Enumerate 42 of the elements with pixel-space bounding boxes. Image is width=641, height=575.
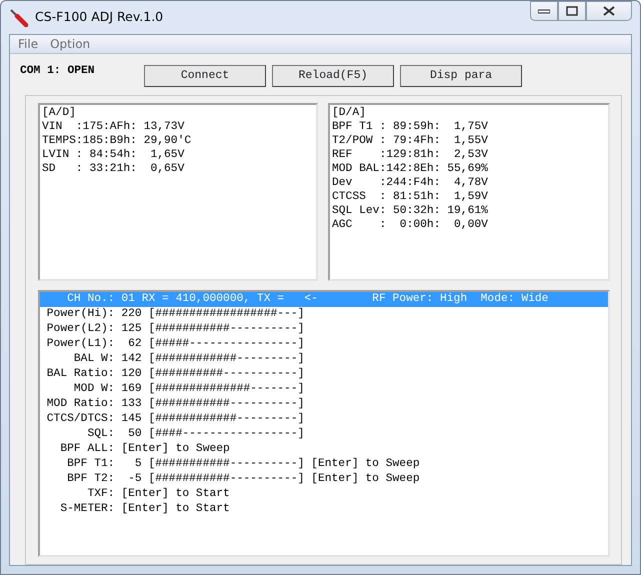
parameter-row[interactable]: S-METER: [Enter] to Start [40,502,608,517]
parameter-row[interactable]: BPF ALL: [Enter] to Sweep [40,442,608,457]
parameter-row[interactable]: MOD Ratio: 133 [###########----------] [40,397,608,412]
parameter-row[interactable]: TXF: [Enter] to Start [40,487,608,502]
readout-line: LVIN : 84:54h: 1,65V [42,148,184,162]
readout-line: BPF T1 : 89:59h: 1,75V [332,120,488,134]
menu-item[interactable]: File [18,35,38,53]
parameter-row[interactable]: BAL Ratio: 120 [##########-----------] [40,367,608,382]
parameter-row[interactable]: BPF T1: 5 [###########----------] [Enter] to Sweep [40,457,608,472]
maximize-button[interactable] [558,1,586,21]
toolbar-button[interactable]: Disp para [400,65,522,87]
parameter-row[interactable]: BPF T2: -5 [###########----------] [Enter] to Sweep [40,472,608,487]
parameter-row[interactable]: Power(L2): 125 [###########----------] [40,322,608,337]
window-title: CS-F100 ADJ Rev.1.0 [35,8,164,26]
readout-line: REF :129:81h: 2,53V [332,148,488,162]
readout-line: SD : 33:21h: 0,65V [42,162,184,176]
minimize-icon [538,8,550,14]
minimize-button[interactable] [530,1,558,21]
readout-line: CTCSS : 81:51h: 1,59V [332,190,488,204]
toolbar-button[interactable]: Connect [144,65,266,87]
parameter-row[interactable]: Power(Hi): 220 [##################---] [40,307,608,322]
readout-line: T2/POW : 79:4Fh: 1,55V [332,134,488,148]
parameter-row[interactable]: CTCS/DTCS: 145 [############---------] [40,412,608,427]
parameter-row[interactable]: SQL: 50 [####-----------------] [40,427,608,442]
parameter-row[interactable]: MOD W: 169 [##############-------] [40,382,608,397]
parameter-row[interactable]: BAL W: 142 [############---------] [40,352,608,367]
readout-line: MOD BAL:142:8Eh: 55,69% [332,162,488,176]
readout-line: SQL Lev: 50:32h: 19,61% [332,204,488,218]
maximize-icon [566,6,578,16]
close-icon [603,6,615,16]
toolbar-button[interactable]: Reload(F5) [272,65,394,87]
close-button[interactable] [586,1,632,21]
screwdriver-icon [9,8,29,28]
readout-line: [D/A] [332,106,366,120]
menu-item[interactable]: Option [50,35,90,53]
readout-line: TEMPS:185:B9h: 29,90'C [42,134,192,148]
readout-line: VIN :175:AFh: 13,73V [42,120,184,134]
readout-line: Dev :244:F4h: 4,78V [332,176,488,190]
parameter-row[interactable]: Power(L1): 62 [#####----------------] [40,337,608,352]
readout-line: [A/D] [42,106,76,120]
readout-line: AGC : 0:00h: 0,00V [332,218,488,232]
connection-status: COM 1: OPEN [20,64,96,78]
